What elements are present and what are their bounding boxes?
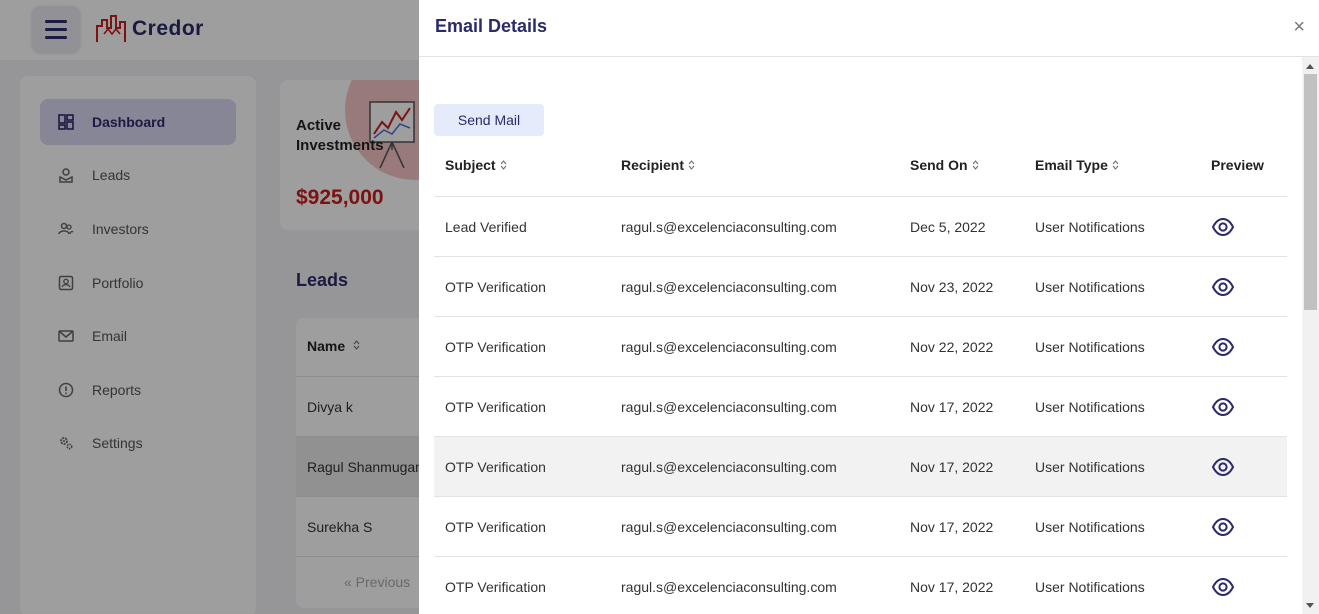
column-email-type[interactable]: Email Type (1035, 134, 1119, 195)
column-send-on[interactable]: Send On (910, 134, 979, 195)
email-type: User Notifications (1035, 218, 1145, 235)
drawer-title: Email Details (435, 16, 548, 36)
email-table: Subject Recipient Send On Email Type Pre… (434, 135, 1287, 614)
column-label: Email Type (1035, 156, 1108, 173)
preview-cell (1211, 197, 1235, 256)
preview-cell (1211, 257, 1235, 316)
email-type: User Notifications (1035, 518, 1145, 535)
eye-icon[interactable] (1211, 215, 1235, 239)
column-label: Preview (1211, 156, 1264, 173)
email-subject: OTP Verification (445, 338, 546, 355)
preview-cell (1211, 497, 1235, 556)
email-type: User Notifications (1035, 578, 1145, 595)
email-subject: Lead Verified (445, 218, 527, 235)
sort-icon (688, 159, 695, 171)
preview-cell (1211, 557, 1235, 614)
eye-icon[interactable] (1211, 395, 1235, 419)
table-row[interactable]: OTP Verification ragul.s@excelenciaconsul… (434, 257, 1287, 317)
email-recipient: ragul.s@excelenciaconsulting.com (621, 278, 837, 295)
vertical-scrollbar[interactable] (1302, 57, 1319, 614)
email-sent-date: Nov 17, 2022 (910, 398, 994, 415)
table-row[interactable]: OTP Verification ragul.s@excelenciaconsul… (434, 497, 1287, 557)
table-header: Subject Recipient Send On Email Type Pre… (434, 135, 1287, 197)
preview-cell (1211, 317, 1235, 376)
email-recipient: ragul.s@excelenciaconsulting.com (621, 578, 837, 595)
drawer-header: Email Details × (419, 0, 1319, 57)
email-subject: OTP Verification (445, 458, 546, 475)
eye-icon[interactable] (1211, 275, 1235, 299)
email-type: User Notifications (1035, 458, 1145, 475)
email-recipient: ragul.s@excelenciaconsulting.com (621, 398, 837, 415)
email-subject: OTP Verification (445, 518, 546, 535)
scroll-up-arrow-icon[interactable] (1306, 64, 1314, 69)
email-subject: OTP Verification (445, 398, 546, 415)
eye-icon[interactable] (1211, 515, 1235, 539)
email-sent-date: Nov 22, 2022 (910, 338, 994, 355)
sort-icon (1112, 159, 1119, 171)
table-row[interactable]: OTP Verification ragul.s@excelenciaconsul… (434, 437, 1287, 497)
email-recipient: ragul.s@excelenciaconsulting.com (621, 458, 837, 475)
eye-icon[interactable] (1211, 455, 1235, 479)
eye-icon[interactable] (1211, 335, 1235, 359)
email-recipient: ragul.s@excelenciaconsulting.com (621, 518, 837, 535)
scroll-down-arrow-icon[interactable] (1306, 603, 1314, 608)
table-row[interactable]: Lead Verified ragul.s@excelenciaconsultin… (434, 197, 1287, 257)
table-row[interactable]: OTP Verification ragul.s@excelenciaconsul… (434, 317, 1287, 377)
column-preview: Preview (1211, 134, 1264, 195)
email-type: User Notifications (1035, 338, 1145, 355)
email-subject: OTP Verification (445, 578, 546, 595)
email-sent-date: Nov 17, 2022 (910, 458, 994, 475)
preview-cell (1211, 437, 1235, 496)
email-sent-date: Nov 17, 2022 (910, 578, 994, 595)
column-label: Subject (445, 156, 496, 173)
send-mail-button[interactable]: Send Mail (434, 104, 544, 136)
column-recipient[interactable]: Recipient (621, 134, 695, 195)
email-sent-date: Nov 17, 2022 (910, 518, 994, 535)
column-label: Recipient (621, 156, 685, 173)
table-row[interactable]: OTP Verification ragul.s@excelenciaconsul… (434, 377, 1287, 437)
email-recipient: ragul.s@excelenciaconsulting.com (621, 338, 837, 355)
table-row[interactable]: OTP Verification ragul.s@excelenciaconsul… (434, 557, 1287, 614)
preview-cell (1211, 377, 1235, 436)
email-sent-date: Dec 5, 2022 (910, 218, 986, 235)
email-subject: OTP Verification (445, 278, 546, 295)
email-type: User Notifications (1035, 278, 1145, 295)
column-subject[interactable]: Subject (445, 134, 507, 195)
email-details-drawer: Email Details × Send Mail Subject Recipi… (419, 0, 1319, 614)
sort-icon (500, 159, 507, 171)
email-sent-date: Nov 23, 2022 (910, 278, 994, 295)
eye-icon[interactable] (1211, 575, 1235, 599)
column-label: Send On (910, 156, 968, 173)
close-icon[interactable]: × (1293, 17, 1305, 37)
email-type: User Notifications (1035, 398, 1145, 415)
scrollbar-thumb[interactable] (1304, 74, 1317, 310)
sort-icon (972, 159, 979, 171)
email-recipient: ragul.s@excelenciaconsulting.com (621, 218, 837, 235)
